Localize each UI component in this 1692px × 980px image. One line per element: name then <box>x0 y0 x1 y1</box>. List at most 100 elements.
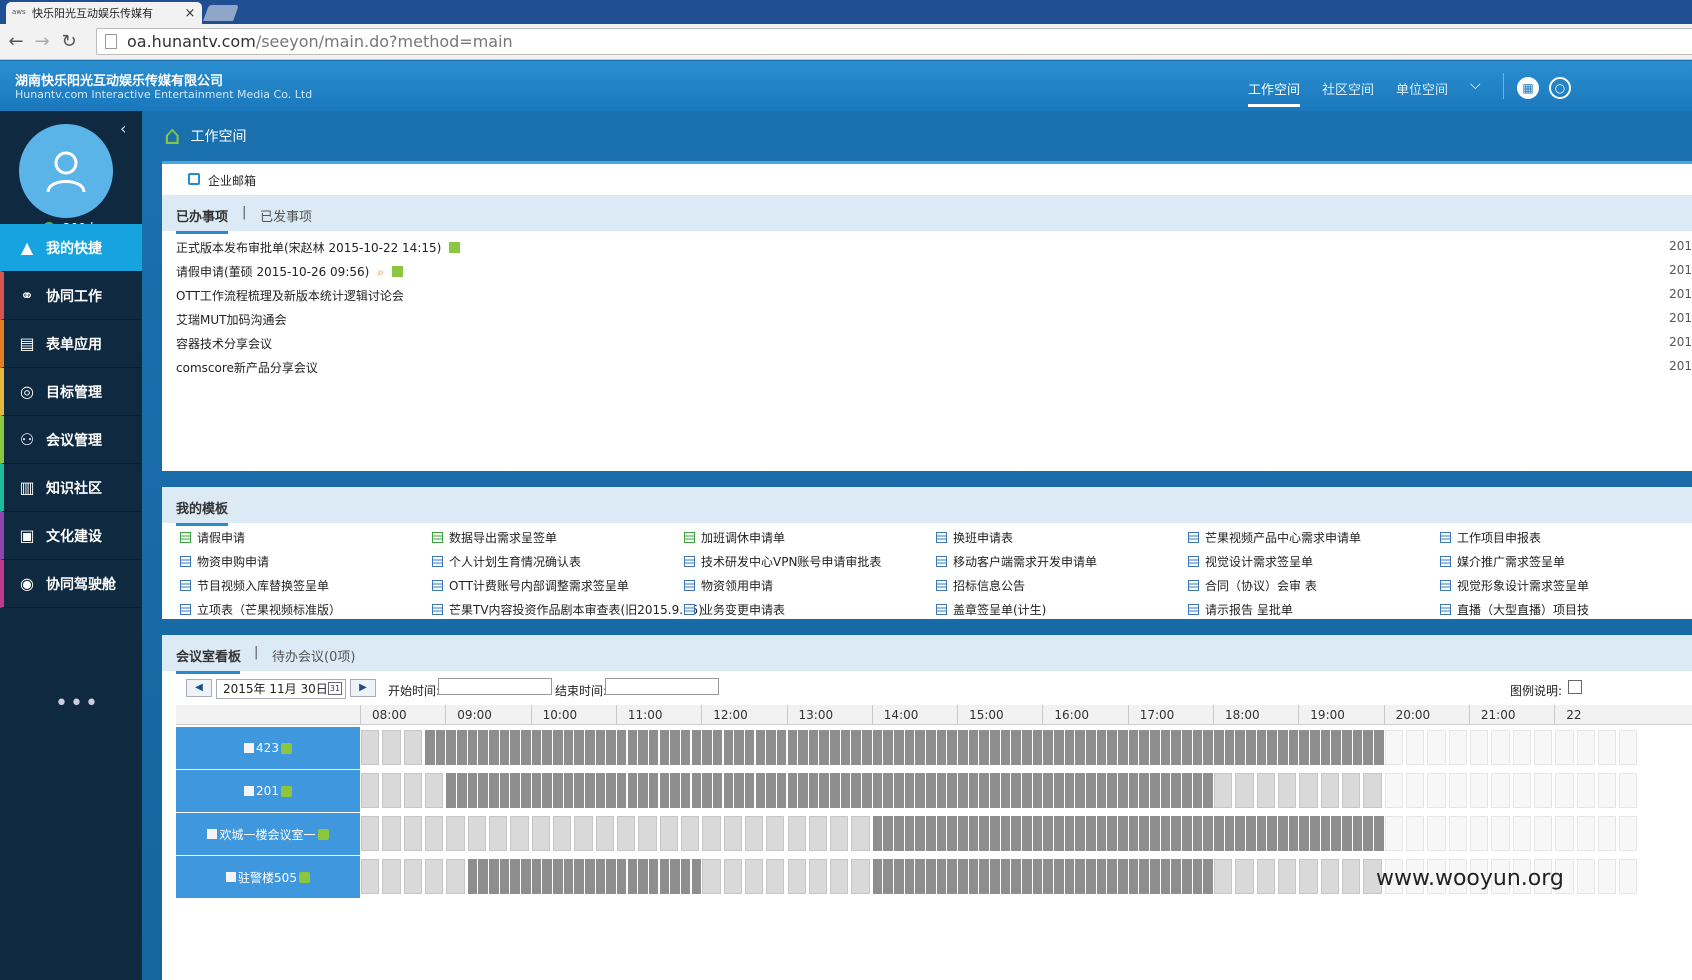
prev-day-button[interactable]: ◀ <box>186 679 212 697</box>
time-slot-booked[interactable] <box>1160 816 1171 851</box>
time-slot-free[interactable] <box>808 816 828 851</box>
time-slot-free[interactable] <box>1597 859 1617 894</box>
time-slot-booked[interactable] <box>1224 816 1235 851</box>
time-slot-booked[interactable] <box>1043 816 1053 851</box>
time-slot-booked[interactable] <box>1309 816 1320 851</box>
time-slot-booked[interactable] <box>936 730 947 765</box>
time-slot-booked[interactable] <box>1320 730 1331 765</box>
time-slot-booked[interactable] <box>616 859 627 894</box>
time-slot-booked[interactable] <box>958 816 968 851</box>
more-menu-button[interactable]: ••• <box>55 691 100 716</box>
time-slot-free[interactable] <box>1469 773 1489 808</box>
time-slot-free[interactable] <box>1277 773 1297 808</box>
time-slot-booked[interactable] <box>584 730 595 765</box>
time-slot-booked[interactable] <box>979 730 990 765</box>
time-slot-booked[interactable] <box>1267 816 1277 851</box>
time-slot-booked[interactable] <box>510 730 520 765</box>
time-slot-free[interactable] <box>488 816 508 851</box>
time-slot-free[interactable] <box>1469 730 1489 765</box>
time-slot-free[interactable] <box>1533 730 1553 765</box>
time-slot-booked[interactable] <box>1235 816 1245 851</box>
time-slot-booked[interactable] <box>1000 816 1011 851</box>
time-slot-booked[interactable] <box>883 730 894 765</box>
time-slot-free[interactable] <box>787 859 806 894</box>
time-slot-booked[interactable] <box>904 730 915 765</box>
time-slot-booked[interactable] <box>510 859 520 894</box>
time-slot-booked[interactable] <box>424 730 435 765</box>
room-info-icon[interactable] <box>280 785 292 797</box>
time-slot-free[interactable] <box>659 816 678 851</box>
time-slot-booked[interactable] <box>936 773 947 808</box>
template-item[interactable]: 立项表（芒果视频标准版） <box>180 601 341 618</box>
time-slot-booked[interactable] <box>883 816 894 851</box>
time-slot-free[interactable] <box>766 859 785 894</box>
time-slot-booked[interactable] <box>1277 816 1288 851</box>
time-slot-booked[interactable] <box>1032 773 1043 808</box>
template-item[interactable]: 业务变更申请表 <box>684 601 785 618</box>
time-slot-free[interactable] <box>830 859 849 894</box>
time-slot-free[interactable] <box>1384 773 1403 808</box>
time-slot-booked[interactable] <box>1267 730 1277 765</box>
time-slot-booked[interactable] <box>947 816 958 851</box>
room-info-icon[interactable] <box>317 828 329 840</box>
time-slot-booked[interactable] <box>734 730 744 765</box>
time-slot-booked[interactable] <box>1277 730 1288 765</box>
time-slot-free[interactable] <box>510 816 529 851</box>
time-slot-booked[interactable] <box>830 773 840 808</box>
time-slot-booked[interactable] <box>1096 730 1107 765</box>
time-slot-booked[interactable] <box>744 730 755 765</box>
time-slot-booked[interactable] <box>1171 859 1181 894</box>
time-slot-booked[interactable] <box>1139 773 1149 808</box>
time-slot-free[interactable] <box>1277 859 1297 894</box>
time-slot-booked[interactable] <box>542 730 552 765</box>
time-slot-free[interactable] <box>638 816 657 851</box>
time-slot-free[interactable] <box>1405 773 1425 808</box>
time-slot-booked[interactable] <box>755 730 766 765</box>
time-slot-free[interactable] <box>851 859 870 894</box>
time-slot-booked[interactable] <box>894 816 904 851</box>
time-slot-free[interactable] <box>1555 730 1574 765</box>
time-slot-booked[interactable] <box>723 773 734 808</box>
time-slot-free[interactable] <box>766 816 785 851</box>
tab-meeting-board[interactable]: 会议室看板 <box>176 646 241 665</box>
template-item[interactable]: 视觉设计需求签呈单 <box>1188 553 1313 570</box>
meeting-room-row-header[interactable]: 驻警楼505 <box>176 856 360 899</box>
time-slot-booked[interactable] <box>1011 816 1021 851</box>
time-slot-booked[interactable] <box>1064 816 1075 851</box>
time-slot-free[interactable] <box>1320 773 1339 808</box>
time-slot-booked[interactable] <box>456 773 467 808</box>
time-slot-booked[interactable] <box>1331 816 1341 851</box>
time-slot-booked[interactable] <box>1022 859 1032 894</box>
time-slot-free[interactable] <box>1405 816 1425 851</box>
time-slot-booked[interactable] <box>531 773 542 808</box>
time-slot-booked[interactable] <box>1224 730 1235 765</box>
next-day-button[interactable]: ▶ <box>350 679 376 697</box>
time-slot-free[interactable] <box>1256 859 1275 894</box>
time-slot-booked[interactable] <box>958 730 968 765</box>
time-slot-free[interactable] <box>382 730 401 765</box>
sidebar-item-6[interactable]: ▥ 知识社区 <box>0 464 142 512</box>
time-slot-booked[interactable] <box>1214 816 1224 851</box>
time-slot-booked[interactable] <box>968 816 979 851</box>
time-slot-booked[interactable] <box>1256 816 1267 851</box>
time-slot-booked[interactable] <box>595 730 606 765</box>
time-slot-booked[interactable] <box>872 730 883 765</box>
time-slot-booked[interactable] <box>606 730 616 765</box>
time-slot-free[interactable] <box>1427 773 1446 808</box>
time-slot-booked[interactable] <box>1150 730 1160 765</box>
time-slot-free[interactable] <box>1576 816 1595 851</box>
time-slot-booked[interactable] <box>1245 730 1256 765</box>
time-slot-booked[interactable] <box>638 773 648 808</box>
time-slot-booked[interactable] <box>787 773 798 808</box>
time-slot-booked[interactable] <box>883 859 894 894</box>
time-slot-free[interactable] <box>851 816 870 851</box>
time-slot-booked[interactable] <box>723 730 734 765</box>
time-slot-booked[interactable] <box>1171 773 1181 808</box>
list-item[interactable]: 正式版本发布审批单(宋赵林 2015-10-22 14:15) <box>176 239 461 256</box>
time-slot-booked[interactable] <box>670 730 680 765</box>
time-slot-booked[interactable] <box>766 773 776 808</box>
time-slot-booked[interactable] <box>1086 816 1096 851</box>
time-slot-booked[interactable] <box>1022 816 1032 851</box>
time-slot-booked[interactable] <box>1171 816 1181 851</box>
list-item[interactable]: 艾瑞MUT加码沟通会 <box>176 311 286 328</box>
